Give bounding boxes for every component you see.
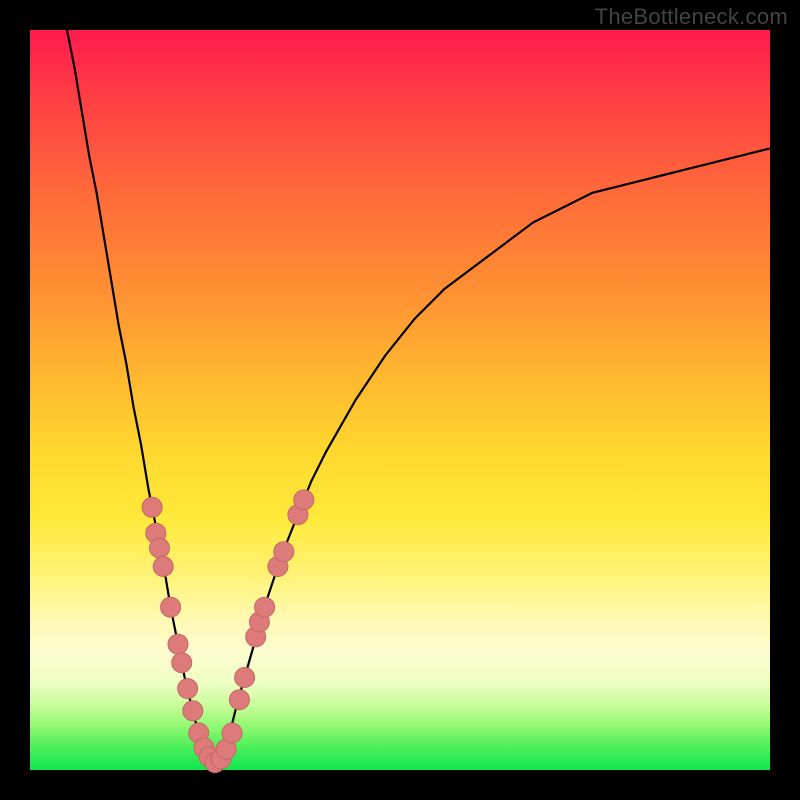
curve-marker	[168, 634, 188, 654]
curve-marker	[161, 597, 181, 617]
chart-frame: TheBottleneck.com	[0, 0, 800, 800]
curve-marker	[229, 690, 249, 710]
curve-marker	[222, 723, 242, 743]
curve-marker	[294, 490, 314, 510]
curve-marker	[142, 497, 162, 517]
chart-svg	[30, 30, 770, 770]
watermark-text: TheBottleneck.com	[595, 4, 788, 30]
curve-marker	[172, 653, 192, 673]
curve-marker	[178, 679, 198, 699]
curve-marker	[255, 597, 275, 617]
curve-marker	[235, 668, 255, 688]
plot-area	[30, 30, 770, 770]
curve-markers	[142, 490, 314, 773]
curve-marker	[183, 701, 203, 721]
curve-marker	[150, 538, 170, 558]
curve-marker	[274, 542, 294, 562]
curve-marker	[153, 557, 173, 577]
